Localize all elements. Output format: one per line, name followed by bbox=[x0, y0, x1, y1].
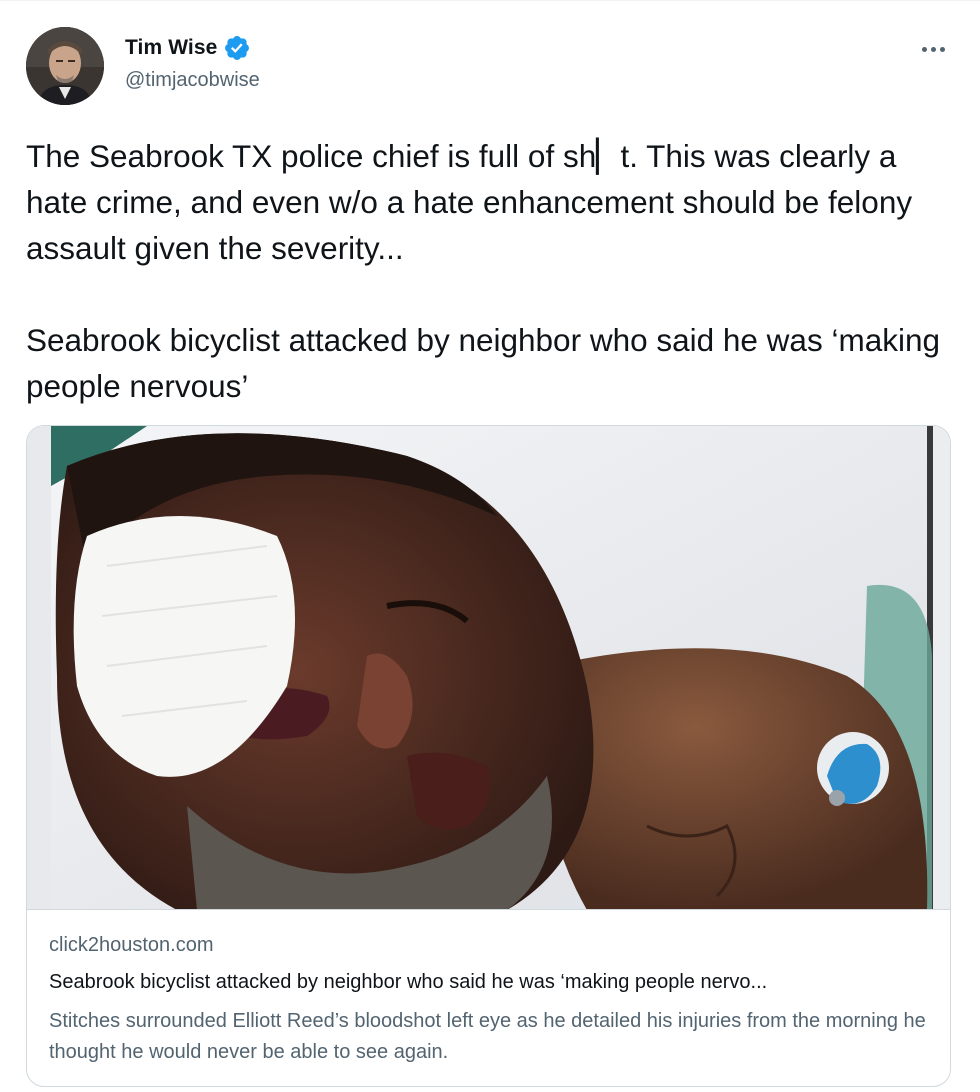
tweet: Tim Wise @timjacobwise The Seabrook TX p… bbox=[0, 0, 980, 1092]
card-image[interactable] bbox=[27, 426, 950, 910]
tweet-text-paragraph-1: The Seabrook TX police chief is full of … bbox=[26, 138, 913, 266]
link-preview-card[interactable]: click2houston.com Seabrook bicyclist att… bbox=[26, 425, 951, 1087]
injured-man-photo bbox=[27, 426, 950, 909]
more-dot bbox=[930, 46, 936, 52]
author-display-name[interactable]: Tim Wise bbox=[125, 36, 217, 60]
card-description: Stitches surrounded Elliott Reed’s blood… bbox=[49, 1010, 926, 1063]
author-handle[interactable]: @timjacobwise bbox=[125, 69, 260, 92]
verified-badge-icon bbox=[225, 36, 250, 60]
more-options-icon[interactable] bbox=[916, 37, 950, 61]
author-avatar[interactable] bbox=[26, 27, 104, 105]
more-dot bbox=[921, 46, 927, 52]
card-domain: click2houston.com bbox=[49, 934, 214, 956]
author-name-row: Tim Wise bbox=[125, 34, 251, 62]
avatar-image bbox=[26, 27, 104, 105]
more-dot bbox=[939, 46, 945, 52]
tweet-text-paragraph-2: Seabrook bicyclist attacked by neighbor … bbox=[26, 322, 940, 404]
card-title[interactable]: Seabrook bicyclist attacked by neighbor … bbox=[49, 971, 939, 994]
tweet-text: The Seabrook TX police chief is full of … bbox=[26, 133, 961, 409]
